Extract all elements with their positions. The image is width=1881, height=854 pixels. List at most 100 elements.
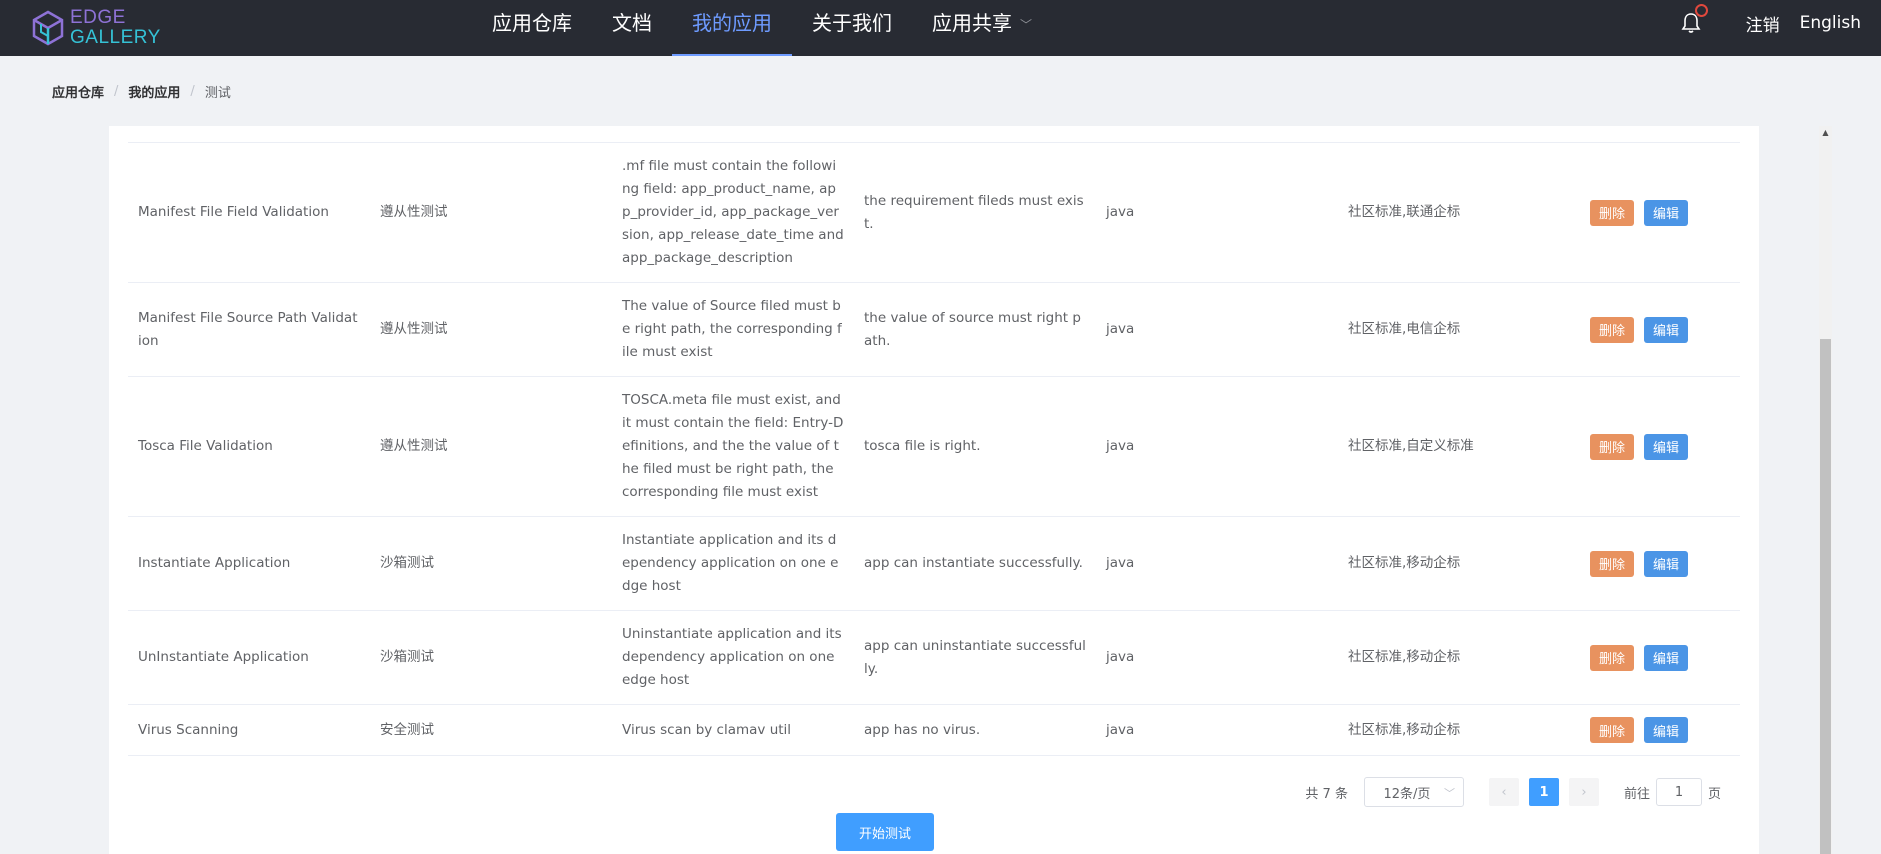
delete-button[interactable]: 删除	[1590, 550, 1635, 577]
chevron-left-icon: ‹	[1501, 784, 1507, 800]
cell-type: 遵从性测试	[380, 438, 448, 454]
language-switch[interactable]: English	[1800, 13, 1861, 33]
delete-button[interactable]: 删除	[1590, 316, 1635, 343]
logout-link[interactable]: 注销	[1746, 11, 1780, 36]
menu-app-share[interactable]: 应用共享 ﹀	[912, 0, 1052, 56]
cell-expected: the value of source must right path.	[864, 309, 1081, 349]
cell-language: java	[1106, 438, 1135, 454]
header-tools: 注销 English	[1680, 0, 1861, 46]
logo-line-1: EDGE	[70, 7, 126, 28]
breadcrumb-my-apps[interactable]: 我的应用	[128, 82, 180, 101]
cell-actions: 删除 编辑	[1580, 635, 1740, 681]
cell-description: TOSCA.meta file must exist, and it must …	[622, 392, 844, 500]
cell-expected: tosca file is right.	[864, 438, 981, 454]
menu-docs[interactable]: 文档	[592, 0, 672, 56]
cell-standard: 社区标准,联通企标	[1348, 204, 1461, 220]
cell-standard: 社区标准,自定义标准	[1348, 438, 1474, 454]
scrollbar-thumb[interactable]	[1820, 339, 1831, 854]
breadcrumb-separator: /	[114, 84, 119, 99]
menu-about-us[interactable]: 关于我们	[792, 0, 912, 56]
delete-button[interactable]: 删除	[1590, 433, 1635, 460]
menu-my-apps[interactable]: 我的应用	[672, 0, 792, 56]
cell-language: java	[1106, 555, 1135, 571]
cell-actions: 删除 编辑	[1580, 424, 1740, 470]
cell-actions: 删除 编辑	[1580, 307, 1740, 353]
table-row: Instantiate Application 沙箱测试 Instantiate…	[128, 517, 1740, 611]
notification-bell[interactable]	[1680, 4, 1708, 34]
page-scrollbar[interactable]: ▲	[1819, 126, 1832, 854]
cell-standard: 社区标准,移动企标	[1348, 721, 1461, 738]
cell-language: java	[1106, 649, 1135, 665]
goto-page-input[interactable]	[1655, 778, 1702, 806]
cell-type: 沙箱测试	[380, 555, 434, 571]
start-test-button[interactable]: 开始测试	[836, 813, 934, 851]
cell-description: Virus scan by clamav util	[622, 721, 792, 738]
prev-page-button[interactable]: ‹	[1488, 778, 1519, 806]
main-menu: 应用仓库 文档 我的应用 关于我们 应用共享 ﹀	[472, 0, 1052, 56]
menu-app-store[interactable]: 应用仓库	[472, 0, 592, 56]
chevron-down-icon: ﹀	[1443, 787, 1455, 800]
page-suffix-label: 页	[1707, 786, 1721, 802]
cell-name: Tosca File Validation	[138, 438, 273, 454]
cell-expected: app can instantiate successfully.	[864, 555, 1083, 571]
cell-description: Instantiate application and its dependen…	[622, 532, 839, 594]
edit-button[interactable]: 编辑	[1644, 316, 1689, 343]
edit-button[interactable]: 编辑	[1644, 550, 1689, 577]
cell-expected: the requirement fileds must exist.	[864, 192, 1084, 232]
breadcrumb: 应用仓库 / 我的应用 / 测试	[52, 82, 231, 101]
cube-logo-icon	[32, 10, 64, 46]
table-row: Manifest File Field Validation 遵从性测试 .mf…	[128, 143, 1740, 283]
cell-language: java	[1106, 721, 1135, 738]
cell-name: Manifest File Source Path Validation	[138, 309, 358, 349]
cell-language: java	[1106, 321, 1135, 337]
cell-type: 遵从性测试	[380, 321, 448, 337]
edit-button[interactable]: 编辑	[1644, 199, 1689, 226]
cell-actions: 删除 编辑	[1580, 541, 1740, 587]
top-navbar: EDGE GALLERY 应用仓库 文档 我的应用 关于我们 应用共享 ﹀ 注销 …	[0, 0, 1881, 56]
scroll-up-arrow-icon[interactable]: ▲	[1819, 126, 1832, 140]
pagination: 共 7 条 12条/页 ﹀ ‹ 1 › 前往 页	[1305, 777, 1721, 807]
cell-expected: app can uninstantiate successfully.	[864, 637, 1086, 677]
table-row: UnInstantiate Application 沙箱测试 Uninstant…	[128, 611, 1740, 705]
chevron-down-icon: ﹀	[1020, 17, 1033, 32]
cell-actions: 删除 编辑	[1580, 707, 1740, 753]
edit-button[interactable]: 编辑	[1644, 433, 1689, 460]
logo-line-2: GALLERY	[70, 27, 161, 48]
table-row: Tosca File Validation 遵从性测试 TOSCA.meta f…	[128, 377, 1740, 517]
menu-app-share-label: 应用共享	[932, 11, 1012, 35]
cell-standard: 社区标准,移动企标	[1348, 649, 1461, 665]
cell-description: .mf file must contain the following fiel…	[622, 158, 844, 266]
edit-button[interactable]: 编辑	[1644, 644, 1689, 671]
test-case-table: Manifest File Field Validation 遵从性测试 .mf…	[128, 142, 1740, 756]
pagination-total: 共 7 条	[1305, 786, 1348, 802]
next-page-button[interactable]: ›	[1568, 778, 1599, 806]
breadcrumb-test: 测试	[204, 86, 231, 101]
cell-actions: 删除 编辑	[1580, 190, 1740, 236]
breadcrumb-separator: /	[190, 84, 195, 99]
cell-type: 沙箱测试	[380, 649, 434, 665]
goto-label: 前往	[1623, 786, 1650, 802]
delete-button[interactable]: 删除	[1590, 199, 1635, 226]
page-size-value: 12条/页	[1383, 786, 1431, 802]
cell-name: Manifest File Field Validation	[138, 204, 329, 220]
cell-type: 安全测试	[380, 721, 434, 738]
breadcrumb-app-store[interactable]: 应用仓库	[52, 82, 104, 101]
cell-name: Instantiate Application	[138, 555, 291, 571]
test-case-panel: Manifest File Field Validation 遵从性测试 .mf…	[109, 126, 1759, 854]
cell-description: Uninstantiate application and its depend…	[622, 626, 842, 688]
chevron-right-icon: ›	[1581, 784, 1587, 800]
logo-text: EDGE GALLERY	[70, 8, 161, 48]
cell-description: The value of Source filed must be right …	[622, 298, 842, 360]
cell-language: java	[1106, 204, 1135, 220]
page-size-select[interactable]: 12条/页 ﹀	[1363, 777, 1464, 807]
table-row: Virus Scanning 安全测试 Virus scan by clamav…	[128, 705, 1740, 756]
cell-name: Virus Scanning	[138, 721, 239, 738]
edit-button[interactable]: 编辑	[1644, 717, 1689, 743]
page-number-button[interactable]: 1	[1528, 778, 1559, 806]
delete-button[interactable]: 删除	[1590, 717, 1635, 743]
table-row: Manifest File Source Path Validation 遵从性…	[128, 283, 1740, 377]
cell-expected: app has no virus.	[864, 721, 981, 738]
cell-type: 遵从性测试	[380, 204, 448, 220]
delete-button[interactable]: 删除	[1590, 644, 1635, 671]
edgegallery-logo[interactable]: EDGE GALLERY	[32, 5, 161, 51]
